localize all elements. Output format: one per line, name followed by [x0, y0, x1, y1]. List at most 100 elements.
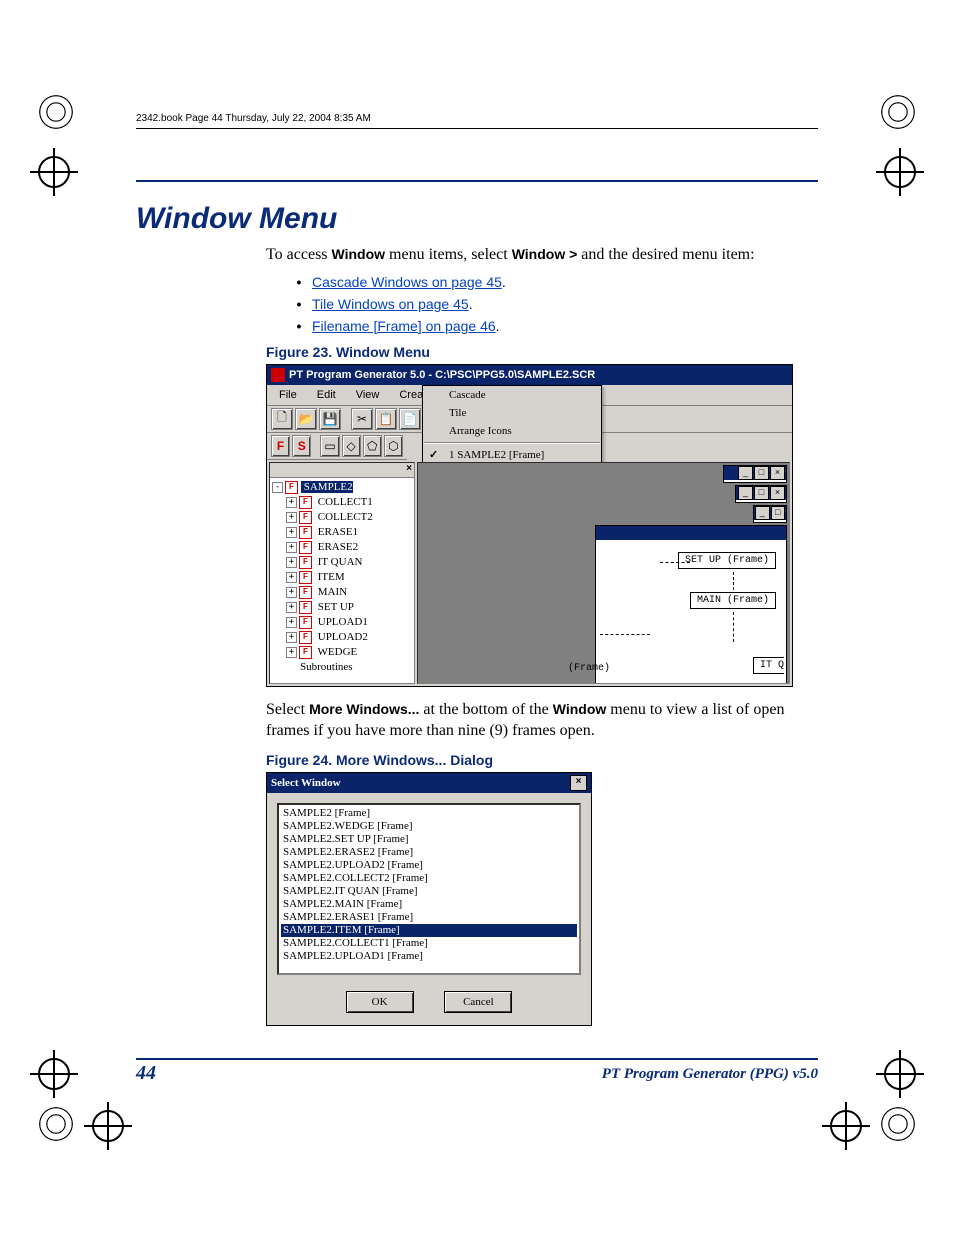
- reg-mark-icon: [36, 92, 76, 132]
- page-number: 44: [136, 1062, 156, 1085]
- reg-mark-icon: [878, 92, 918, 132]
- footer-rule: [136, 1058, 818, 1060]
- diagram-label: (Frame): [568, 663, 610, 674]
- diagram-box: IT Q: [753, 657, 784, 674]
- toolbar-button[interactable]: ✂: [351, 408, 373, 430]
- list-item[interactable]: SAMPLE2 [Frame]: [281, 807, 577, 820]
- tree-item[interactable]: UPLOAD2: [315, 631, 368, 643]
- crosshair-icon: [30, 1050, 78, 1098]
- top-rule: [136, 180, 818, 182]
- toolbar-button[interactable]: ⬡: [384, 435, 403, 457]
- toolbar-button[interactable]: 📂: [295, 408, 317, 430]
- tree-item[interactable]: ITEM: [315, 571, 345, 583]
- link-item: Filename [Frame] on page 46.: [286, 318, 818, 334]
- xref-link[interactable]: Cascade Windows on page 45: [312, 274, 502, 290]
- window-title: PT Program Generator 5.0 - C:\PSC\PPG5.0…: [289, 369, 595, 381]
- mdi-child-window[interactable]: SET UP (Frame) MAIN (Frame) (Frame) IT Q: [595, 525, 787, 684]
- tree-item[interactable]: WEDGE: [315, 646, 357, 658]
- toolbar-button[interactable]: 🗋: [271, 408, 293, 430]
- minimize-icon[interactable]: _: [755, 506, 770, 520]
- toolbar-button[interactable]: ◇: [342, 435, 361, 457]
- crosshair-icon: [876, 1050, 924, 1098]
- intro-paragraph: To access Window menu items, select Wind…: [266, 244, 818, 266]
- crosshair-icon: [876, 148, 924, 196]
- text-bold: More Windows...: [309, 701, 419, 717]
- toolbar-button[interactable]: F: [271, 435, 290, 457]
- minimize-icon[interactable]: _: [738, 466, 753, 480]
- diagram-box: MAIN (Frame): [690, 592, 776, 609]
- toolbar-button[interactable]: ▭: [320, 435, 339, 457]
- tree-item[interactable]: COLLECT2: [315, 511, 373, 523]
- list-item[interactable]: SAMPLE2.COLLECT1 [Frame]: [281, 937, 577, 950]
- reg-mark-icon: [36, 1104, 76, 1144]
- close-icon[interactable]: ×: [570, 775, 587, 791]
- list-item[interactable]: SAMPLE2.UPLOAD1 [Frame]: [281, 950, 577, 963]
- app-window: PT Program Generator 5.0 - C:\PSC\PPG5.0…: [266, 364, 793, 687]
- link-item: Tile Windows on page 45.: [286, 296, 818, 312]
- connector: [733, 572, 734, 590]
- tree-item[interactable]: ERASE1: [315, 526, 358, 538]
- menu-file[interactable]: File: [269, 387, 307, 403]
- tree-root-label[interactable]: SAMPLE2: [301, 481, 353, 493]
- tree-item[interactable]: MAIN: [315, 586, 347, 598]
- list-item[interactable]: SAMPLE2.UPLOAD2 [Frame]: [281, 859, 577, 872]
- tree-item[interactable]: COLLECT1: [315, 496, 373, 508]
- menu-item[interactable]: Cascade: [423, 386, 601, 404]
- toolbar-2[interactable]: FS ▭◇⬠⬡: [267, 433, 407, 460]
- maximize-icon[interactable]: □: [754, 466, 769, 480]
- list-item[interactable]: SAMPLE2.ERASE2 [Frame]: [281, 846, 577, 859]
- list-item[interactable]: SAMPLE2.COLLECT2 [Frame]: [281, 872, 577, 885]
- list-item[interactable]: SAMPLE2.IT QUAN [Frame]: [281, 885, 577, 898]
- connector: [733, 612, 734, 642]
- tree-item[interactable]: UPLOAD1: [315, 616, 368, 628]
- titlebar: PT Program Generator 5.0 - C:\PSC\PPG5.0…: [267, 365, 792, 385]
- toolbar-button[interactable]: S: [292, 435, 311, 457]
- xref-link[interactable]: Filename [Frame] on page 46: [312, 318, 496, 334]
- select-window-dialog: Select Window × SAMPLE2 [Frame]SAMPLE2.W…: [266, 772, 592, 1026]
- crosshair-icon: [30, 148, 78, 196]
- paragraph-2: Select More Windows... at the bottom of …: [266, 699, 818, 742]
- maximize-icon[interactable]: □: [771, 506, 786, 520]
- xref-link[interactable]: Tile Windows on page 45: [312, 296, 469, 312]
- close-icon[interactable]: ×: [770, 466, 785, 480]
- toolbar-button[interactable]: ⬠: [363, 435, 382, 457]
- list-item[interactable]: SAMPLE2.SET UP [Frame]: [281, 833, 577, 846]
- tree-item[interactable]: SET UP: [315, 601, 354, 613]
- list-item[interactable]: SAMPLE2.ERASE1 [Frame]: [281, 911, 577, 924]
- list-item[interactable]: SAMPLE2.ITEM [Frame]: [281, 924, 577, 937]
- maximize-icon[interactable]: □: [754, 486, 769, 500]
- connector: [600, 634, 650, 635]
- tree-panel[interactable]: × -F SAMPLE2 +F COLLECT1+F COLLECT2+F ER…: [269, 462, 415, 684]
- text-bold: Window: [553, 701, 607, 717]
- menu-item[interactable]: Tile: [423, 404, 601, 422]
- menu-edit[interactable]: Edit: [307, 387, 346, 403]
- mdi-child-window[interactable]: _□: [753, 505, 787, 523]
- page-title: Window Menu: [136, 202, 818, 236]
- tree-header: ×: [270, 463, 414, 478]
- text: at the bottom of the: [419, 701, 552, 718]
- tree-item[interactable]: Subroutines: [300, 661, 353, 673]
- minimize-icon[interactable]: _: [738, 486, 753, 500]
- close-icon[interactable]: ×: [406, 463, 412, 474]
- mdi-area: _□× _□× _□ SET UP (Frame) MAIN (: [417, 462, 790, 684]
- cancel-button[interactable]: Cancel: [444, 991, 512, 1013]
- toolbar-button[interactable]: 📄: [399, 408, 421, 430]
- text-bold: Window: [332, 246, 386, 262]
- list-item[interactable]: SAMPLE2.MAIN [Frame]: [281, 898, 577, 911]
- crosshair-icon: [822, 1102, 870, 1150]
- tree-item[interactable]: ERASE2: [315, 541, 358, 553]
- print-header: 2342.book Page 44 Thursday, July 22, 200…: [136, 113, 371, 124]
- dialog-titlebar: Select Window ×: [267, 773, 591, 793]
- mdi-child-window[interactable]: _□×: [723, 465, 787, 483]
- tree-item[interactable]: IT QUAN: [315, 556, 362, 568]
- toolbar-button[interactable]: 📋: [375, 408, 397, 430]
- toolbar-button[interactable]: 💾: [319, 408, 341, 430]
- text: Select: [266, 701, 309, 718]
- window-list[interactable]: SAMPLE2 [Frame]SAMPLE2.WEDGE [Frame]SAMP…: [277, 803, 581, 975]
- menu-view[interactable]: View: [346, 387, 390, 403]
- ok-button[interactable]: OK: [346, 991, 414, 1013]
- menu-item[interactable]: Arrange Icons: [423, 422, 601, 440]
- close-icon[interactable]: ×: [770, 486, 785, 500]
- mdi-child-window[interactable]: _□×: [735, 485, 787, 503]
- list-item[interactable]: SAMPLE2.WEDGE [Frame]: [281, 820, 577, 833]
